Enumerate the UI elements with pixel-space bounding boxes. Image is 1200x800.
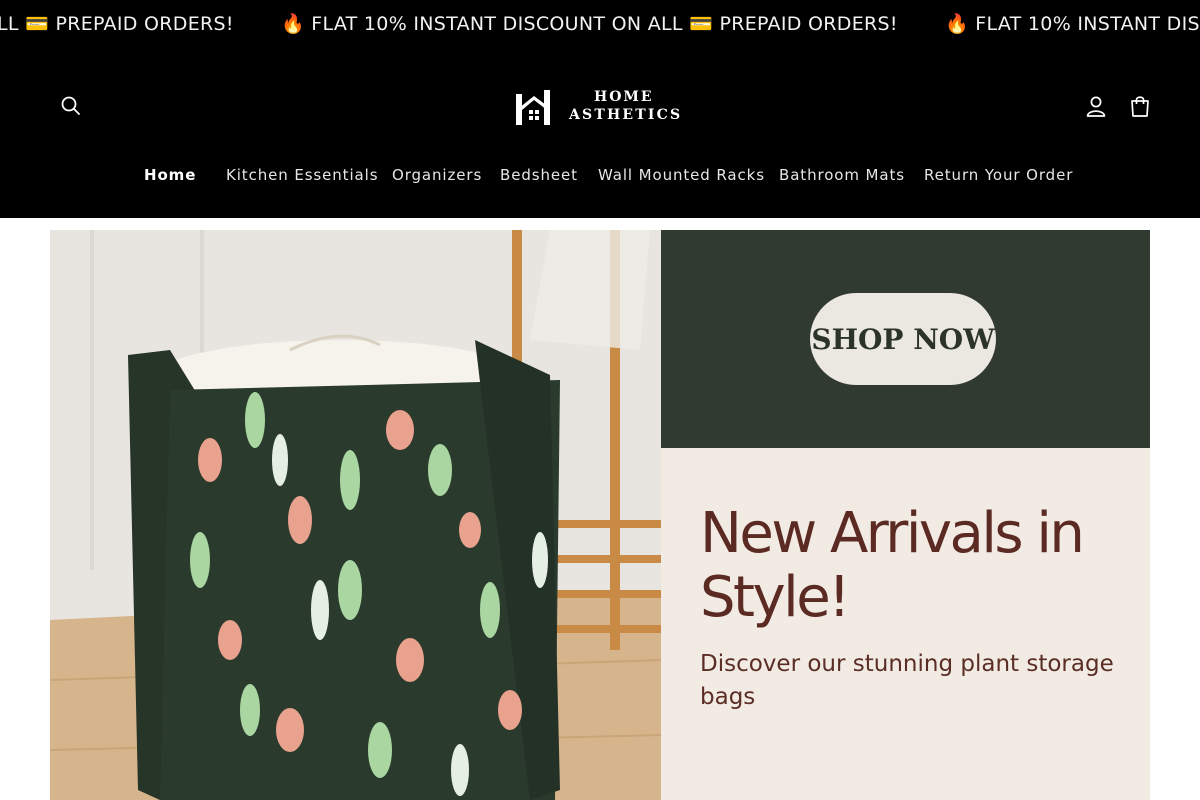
nav-item-bedsheet[interactable]: Bedsheet	[500, 166, 578, 184]
nav-item-kitchen-essentials[interactable]: Kitchen Essentials	[226, 166, 378, 184]
cart-button[interactable]	[1124, 90, 1156, 122]
announcement-message: 🔥 FLAT 10% INSTANT DISCOUNT ON ALL 💳 PRE…	[281, 13, 898, 35]
nav-item-wall-mounted-racks[interactable]: Wall Mounted Racks	[598, 166, 765, 184]
hero-headline: New Arrivals in Style!	[700, 501, 1085, 630]
site-logo[interactable]: HOME ASTHETICS	[514, 88, 680, 128]
search-icon	[61, 96, 80, 115]
announcement-bar: 🔥 FLAT 10% INSTANT DISCOUNT ON ALL 💳 PRE…	[0, 0, 1200, 50]
nav-item-return-your-order[interactable]: Return Your Order	[924, 166, 1073, 184]
main-navigation: Home Kitchen Essentials Organizers Bedsh…	[0, 166, 1200, 186]
account-icon	[1086, 96, 1106, 117]
hero-banner[interactable]: SHOP NOW New Arrivals in Style! Discover…	[50, 230, 1150, 800]
hero-subtext: Discover our stunning plant storage bags	[700, 651, 1114, 710]
storage-bag-illustration	[50, 230, 661, 800]
search-button[interactable]	[55, 90, 87, 122]
site-header: HOME ASTHETICS Home Kitchen Essentials O…	[0, 50, 1200, 218]
announcement-message: 🔥 FLAT 10% INSTANT DISCOUNT ON ALL 💳 PRE…	[945, 13, 1200, 35]
logo-text-top: HOME	[594, 89, 654, 105]
hero-product-image	[50, 230, 661, 800]
nav-item-home[interactable]: Home	[144, 166, 196, 184]
cart-icon	[1131, 96, 1149, 117]
nav-item-bathroom-mats[interactable]: Bathroom Mats	[779, 166, 905, 184]
nav-item-organizers[interactable]: Organizers	[392, 166, 482, 184]
shop-now-button[interactable]: SHOP NOW	[810, 293, 996, 385]
announcement-message: 🔥 FLAT 10% INSTANT DISCOUNT ON ALL 💳 PRE…	[0, 13, 234, 35]
logo-text-bottom: ASTHETICS	[569, 107, 683, 123]
logo-house-icon	[516, 90, 550, 125]
account-button[interactable]	[1080, 90, 1112, 122]
